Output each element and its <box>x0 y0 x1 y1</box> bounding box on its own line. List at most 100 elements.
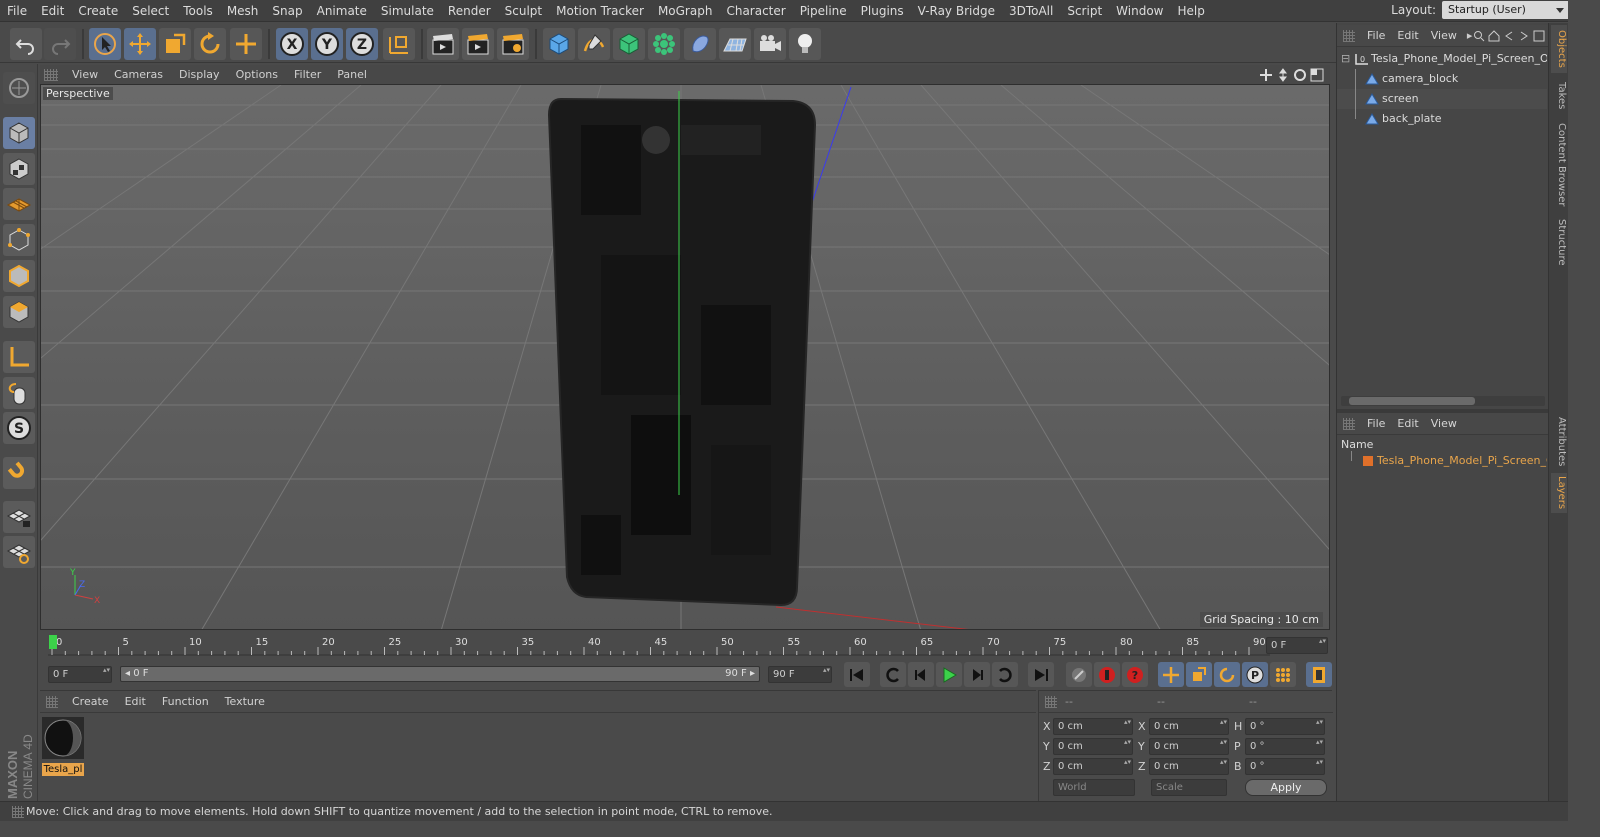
objects-menu-edit[interactable]: Edit <box>1391 29 1424 42</box>
menu-help[interactable]: Help <box>1170 0 1211 22</box>
timeline-playhead[interactable] <box>49 635 57 649</box>
panel-grip[interactable] <box>12 806 24 818</box>
material-menu-create[interactable]: Create <box>64 695 117 708</box>
y-axis-button[interactable]: Y <box>311 28 343 60</box>
tab-takes[interactable]: Takes <box>1551 77 1567 115</box>
menu-create[interactable]: Create <box>71 0 125 22</box>
perspective-viewport[interactable]: Y Z X Perspective Grid Spacing : 10 cm <box>40 84 1330 630</box>
panel-grip[interactable] <box>1343 417 1355 430</box>
coordinate-system-button[interactable] <box>383 28 415 60</box>
workplane-align-button[interactable] <box>3 536 35 568</box>
add-light-button[interactable] <box>789 28 821 60</box>
phone-model[interactable] <box>547 97 817 607</box>
render-to-picture-viewer-button[interactable] <box>462 28 494 60</box>
rotate-tool-button[interactable] <box>194 28 226 60</box>
scrollbar-thumb[interactable] <box>1349 397 1475 405</box>
menu-edit[interactable]: Edit <box>34 0 71 22</box>
texture-mode-button[interactable] <box>3 153 35 185</box>
key-scale-button[interactable] <box>1186 662 1212 687</box>
layout-select[interactable]: Startup (User) <box>1442 1 1570 19</box>
coordinate-space-select[interactable]: World <box>1053 779 1135 796</box>
timeline-window-button[interactable] <box>1306 662 1332 687</box>
viewport-menu-filter[interactable]: Filter <box>286 65 329 84</box>
current-frame-field[interactable]: 0 F <box>1266 637 1328 654</box>
live-selection-button[interactable] <box>89 28 121 60</box>
zoom-view-icon[interactable] <box>1276 67 1290 82</box>
viewport-camera-label[interactable]: Perspective <box>43 87 113 100</box>
solo-mode-button[interactable]: S <box>3 412 35 444</box>
key-point-level-button[interactable] <box>1270 662 1296 687</box>
layers-menu-file[interactable]: File <box>1361 417 1391 430</box>
position-y-field[interactable]: 0 cm <box>1053 738 1133 755</box>
material-menu-edit[interactable]: Edit <box>117 695 154 708</box>
redo-button[interactable] <box>44 28 76 60</box>
add-floor-button[interactable] <box>719 28 751 60</box>
material-name-label[interactable]: Tesla_pl <box>42 763 84 776</box>
menu-snap[interactable]: Snap <box>265 0 309 22</box>
undo-button[interactable] <box>10 28 42 60</box>
add-camera-button[interactable] <box>754 28 786 60</box>
rotation-h-field[interactable]: 0 ° <box>1245 718 1325 735</box>
objects-menu-file[interactable]: File <box>1361 29 1391 42</box>
menu-simulate[interactable]: Simulate <box>374 0 441 22</box>
viewport-menu-display[interactable]: Display <box>171 65 228 84</box>
move-tool-button[interactable] <box>124 28 156 60</box>
menu-sculpt[interactable]: Sculpt <box>498 0 549 22</box>
menu-file[interactable]: File <box>0 0 34 22</box>
objects-menu-more-icon[interactable]: ▸ <box>1467 29 1473 42</box>
menu-render[interactable]: Render <box>441 0 498 22</box>
pan-view-icon[interactable] <box>1259 68 1273 82</box>
toggle-layout-icon[interactable] <box>1310 68 1324 82</box>
search-icon[interactable] <box>1473 30 1485 42</box>
menu-mesh[interactable]: Mesh <box>220 0 266 22</box>
tab-structure[interactable]: Structure <box>1551 215 1567 269</box>
position-x-field[interactable]: 0 cm <box>1053 718 1133 735</box>
viewport-menu-options[interactable]: Options <box>228 65 286 84</box>
material-menu-function[interactable]: Function <box>154 695 217 708</box>
maximize-panel-icon[interactable] <box>1533 30 1545 42</box>
add-cube-button[interactable] <box>543 28 575 60</box>
points-mode-button[interactable] <box>3 224 35 256</box>
axis-mode-button[interactable] <box>3 341 35 373</box>
key-position-button[interactable] <box>1158 662 1184 687</box>
workplane-mode-button[interactable] <box>3 188 35 220</box>
key-parameter-button[interactable]: P <box>1242 662 1268 687</box>
menu-mograph[interactable]: MoGraph <box>651 0 720 22</box>
size-y-field[interactable]: 0 cm <box>1149 738 1229 755</box>
x-axis-button[interactable]: X <box>276 28 308 60</box>
menu-3dtoall[interactable]: 3DToAll <box>1002 0 1060 22</box>
z-axis-button[interactable]: Z <box>346 28 378 60</box>
panel-grip[interactable] <box>1045 695 1057 708</box>
scale-tool-button[interactable] <box>159 28 191 60</box>
position-z-field[interactable]: 0 cm <box>1053 758 1133 775</box>
add-spline-pen-button[interactable] <box>578 28 610 60</box>
material-menu-texture[interactable]: Texture <box>217 695 273 708</box>
panel-grip[interactable] <box>44 68 58 81</box>
timeline[interactable]: 0 5 10 15 20 25 30 35 40 45 50 55 60 65 70 75 80 85 90 0 F <box>40 633 1330 661</box>
panel-grip[interactable] <box>46 695 58 708</box>
menu-motion-tracker[interactable]: Motion Tracker <box>549 0 651 22</box>
tab-layers[interactable]: Layers <box>1551 473 1567 513</box>
menu-script[interactable]: Script <box>1060 0 1109 22</box>
render-settings-button[interactable] <box>497 28 529 60</box>
apply-button[interactable]: Apply <box>1245 779 1327 796</box>
workplane-lock-button[interactable] <box>3 501 35 533</box>
layers-menu-edit[interactable]: Edit <box>1391 417 1424 430</box>
start-frame-field[interactable]: 0 F <box>48 666 112 683</box>
tab-objects[interactable]: Objects <box>1551 25 1567 73</box>
size-mode-select[interactable]: Scale <box>1151 779 1227 796</box>
objects-menu-view[interactable]: View <box>1425 29 1463 42</box>
orbit-view-icon[interactable] <box>1293 68 1307 82</box>
material-swatch[interactable]: Tesla_pl <box>42 717 84 776</box>
key-rotation-button[interactable] <box>1214 662 1240 687</box>
frame-range-slider[interactable]: ◂ 0 F 90 F ▸ <box>120 666 760 682</box>
menu-plugins[interactable]: Plugins <box>854 0 911 22</box>
back-icon[interactable] <box>1503 30 1515 42</box>
go-to-start-button[interactable] <box>844 662 870 687</box>
tab-content-browser[interactable]: Content Browser <box>1551 119 1567 211</box>
go-to-end-button[interactable] <box>1028 662 1054 687</box>
polygons-mode-button[interactable] <box>3 296 35 328</box>
play-button[interactable] <box>936 662 962 687</box>
menu-select[interactable]: Select <box>125 0 176 22</box>
menu-window[interactable]: Window <box>1109 0 1170 22</box>
